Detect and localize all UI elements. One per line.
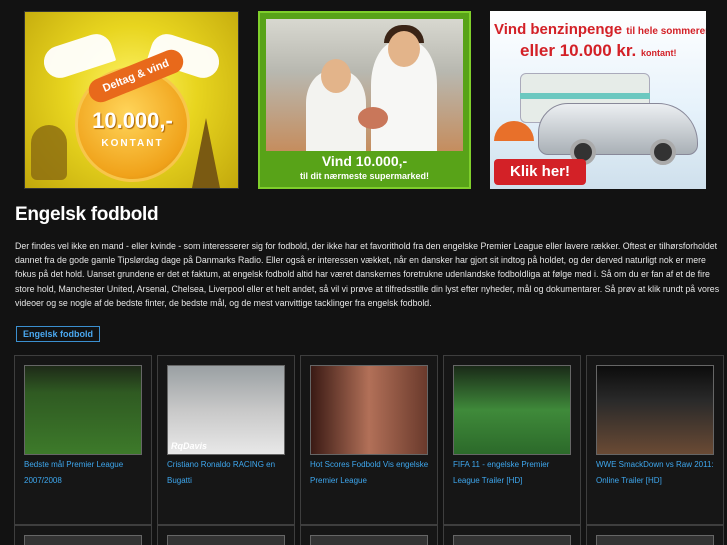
banner-headline: Vind benzinpenge til hele sommeren — [494, 21, 706, 38]
headline-small: til hele sommeren — [626, 26, 706, 37]
video-thumbnail[interactable] — [453, 365, 571, 455]
video-title-link[interactable]: FIFA 11 - engelske Premier League Traile… — [453, 457, 577, 488]
video-title-link[interactable]: Cristiano Ronaldo RACING en Bugatti — [167, 457, 291, 488]
beach-umbrella-icon — [494, 121, 534, 141]
prize-amount: 10.000,- — [92, 108, 173, 133]
page-title: Engelsk fodbold — [15, 204, 159, 225]
prize-sub: KONTANT — [101, 138, 164, 149]
banner-subcaption: til dit nærmeste supermarked! — [299, 171, 430, 181]
video-thumbnail[interactable] — [24, 535, 142, 545]
video-title-link[interactable]: Bedste mål Premier League 2007/2008 — [24, 457, 148, 488]
intro-text: Der findes vel ikke en mand - eller kvin… — [15, 241, 720, 308]
woman-head — [321, 59, 351, 93]
video-thumbnail[interactable] — [596, 535, 714, 545]
headline-main: Vind benzinpenge — [494, 21, 623, 38]
video-thumbnail[interactable]: RqDavis — [167, 365, 285, 455]
video-card[interactable]: Bedste mål Premier League 2007/2008 — [14, 355, 152, 525]
video-thumbnail[interactable] — [167, 535, 285, 545]
offer-small: kontant! — [641, 48, 677, 58]
video-title-link[interactable]: Hot Scores Fodbold Vis engelske Premier … — [310, 457, 434, 488]
prize-coin: Deltag & vind 10.000,- KONTANT — [75, 46, 190, 182]
ham-icon — [358, 107, 388, 129]
video-card[interactable] — [14, 525, 152, 545]
klik-her-button[interactable]: Klik her! — [494, 159, 586, 185]
ad-banner-deltag-vind[interactable]: Deltag & vind 10.000,- KONTANT — [24, 11, 239, 189]
supermarket-photo — [266, 19, 463, 151]
wheel-icon — [650, 139, 676, 165]
banner-offer: eller 10.000 kr. kontant! — [520, 41, 677, 61]
video-card[interactable] — [586, 525, 724, 545]
video-thumbnail[interactable] — [310, 535, 428, 545]
caravan-stripe — [520, 93, 650, 99]
banner-caption: Vind 10.000,- — [321, 153, 408, 169]
ad-banner-supermarked[interactable]: Vind 10.000,- til dit nærmeste supermark… — [258, 11, 471, 189]
thumbnail-watermark: RqDavis — [171, 441, 208, 451]
video-thumbnail[interactable] — [310, 365, 428, 455]
football-player-icon — [31, 125, 67, 180]
video-card[interactable]: RqDavis Cristiano Ronaldo RACING en Buga… — [157, 355, 295, 525]
video-card[interactable]: Hot Scores Fodbold Vis engelske Premier … — [300, 355, 438, 525]
video-title-link[interactable]: WWE SmackDown vs Raw 2011: Online Traile… — [596, 457, 720, 488]
category-tag-link[interactable]: Engelsk fodbold — [16, 326, 101, 342]
video-card[interactable] — [157, 525, 295, 545]
video-thumbnail[interactable] — [24, 365, 142, 455]
video-card[interactable] — [443, 525, 581, 545]
eiffel-tower-icon — [192, 118, 220, 188]
video-card[interactable]: FIFA 11 - engelske Premier League Traile… — [443, 355, 581, 525]
video-thumbnail[interactable] — [453, 535, 571, 545]
video-thumbnail[interactable] — [596, 365, 714, 455]
man-head — [388, 31, 420, 67]
video-card[interactable] — [300, 525, 438, 545]
offer-main: eller 10.000 kr. — [520, 41, 637, 60]
video-card[interactable]: WWE SmackDown vs Raw 2011: Online Traile… — [586, 355, 724, 525]
ad-banner-benzinpenge[interactable]: Vind benzinpenge til hele sommeren eller… — [490, 11, 706, 189]
